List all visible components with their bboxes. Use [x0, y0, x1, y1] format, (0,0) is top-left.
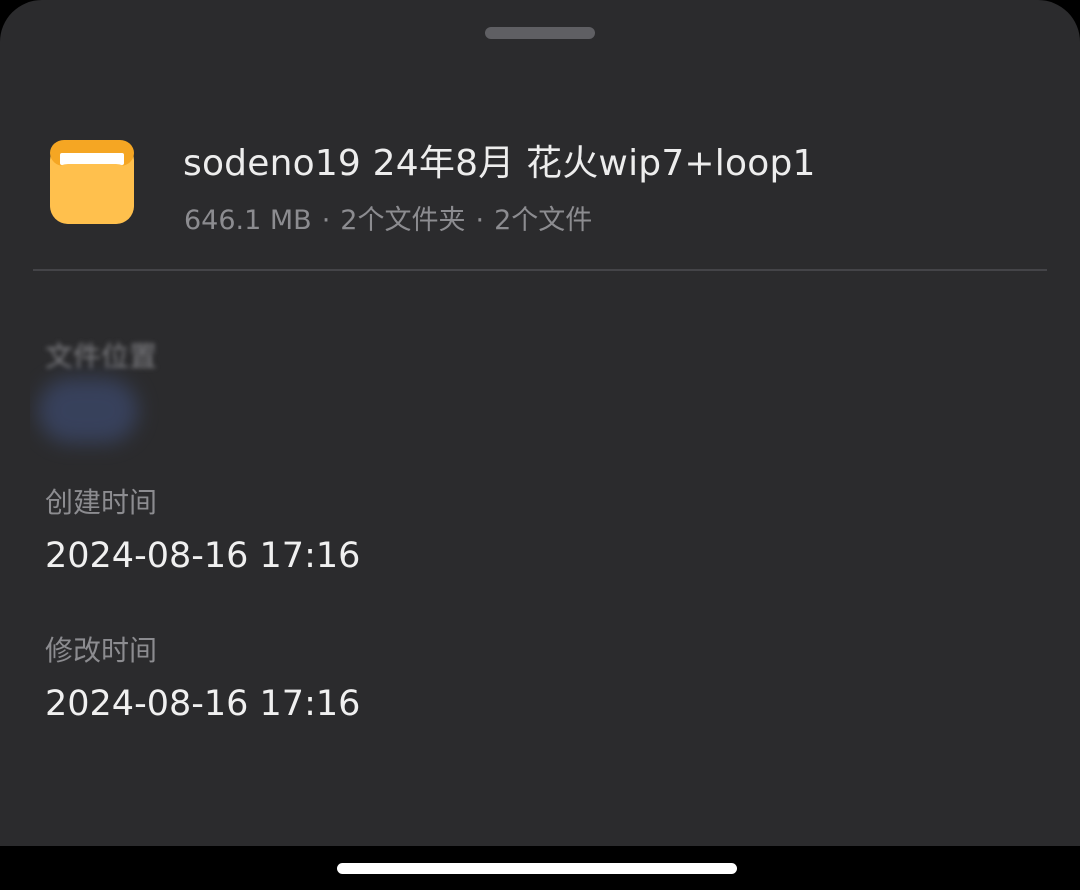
drag-handle[interactable] [485, 27, 595, 39]
divider [33, 269, 1047, 271]
file-count: 2个文件 [494, 205, 593, 236]
redacted-location-value [38, 378, 138, 443]
file-name: sodeno19 24年8月 花火wip7+loop1 [183, 143, 816, 184]
modified-time-value: 2024-08-16 17:16 [45, 684, 361, 724]
folder-count: 2个文件夹 [340, 205, 466, 236]
meta-separator: · [475, 205, 485, 236]
file-location-redacted: 文件位置 [30, 330, 180, 465]
file-size: 646.1 MB [184, 205, 312, 236]
file-details-sheet: sodeno19 24年8月 花火wip7+loop1 646.1 MB · 2个文… [0, 0, 1080, 846]
file-location-label: 文件位置 [45, 340, 158, 373]
created-time-value: 2024-08-16 17:16 [45, 536, 361, 576]
modified-time-label: 修改时间 [45, 634, 158, 667]
file-meta: 646.1 MB · 2个文件夹 · 2个文件 [184, 198, 592, 237]
meta-separator: · [321, 205, 331, 236]
home-indicator[interactable] [337, 863, 737, 874]
folder-icon [50, 140, 134, 224]
created-time-label: 创建时间 [45, 486, 158, 519]
